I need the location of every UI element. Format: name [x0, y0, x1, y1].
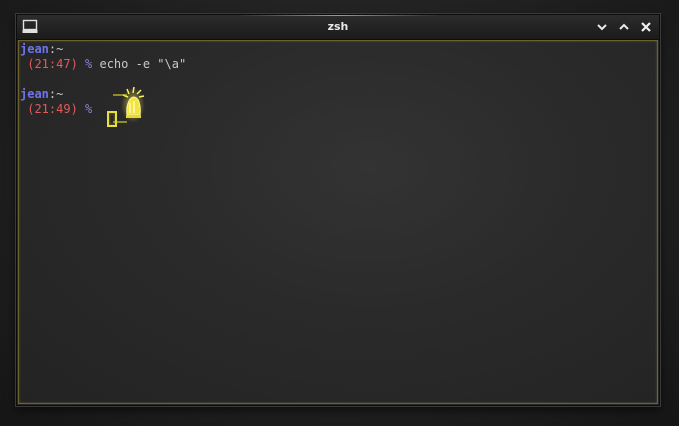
- prompt-symbol: %: [77, 102, 93, 116]
- prompt-directory: ~: [56, 87, 64, 101]
- close-icon[interactable]: [639, 20, 653, 34]
- command-line: (21:47) % echo -e "\a": [20, 57, 656, 72]
- prompt-symbol: %: [77, 57, 93, 71]
- prompt-time: (21:47): [20, 57, 78, 71]
- chevron-up-icon[interactable]: [617, 20, 631, 34]
- title-bar[interactable]: zsh: [17, 15, 659, 40]
- prompt-directory: ~: [56, 42, 64, 56]
- chevron-down-icon[interactable]: [595, 20, 609, 34]
- bell-icon: [101, 85, 145, 125]
- prompt-user: jean: [20, 87, 49, 101]
- command-text: echo -e "\a": [92, 57, 187, 71]
- prompt-time: (21:49): [20, 102, 78, 116]
- window-controls: [595, 18, 653, 36]
- title-bar-highlight: [237, 15, 439, 16]
- prompt-user: jean: [20, 42, 49, 56]
- terminal-window: zsh jean:~ (21:47) % echo -e "\a" jean:~…: [16, 14, 660, 406]
- command-input[interactable]: [92, 102, 99, 116]
- terminal-output[interactable]: jean:~ (21:47) % echo -e "\a" jean:~ (21…: [18, 40, 658, 404]
- window-title: zsh: [327, 20, 349, 33]
- prompt-line: jean:~: [20, 42, 656, 57]
